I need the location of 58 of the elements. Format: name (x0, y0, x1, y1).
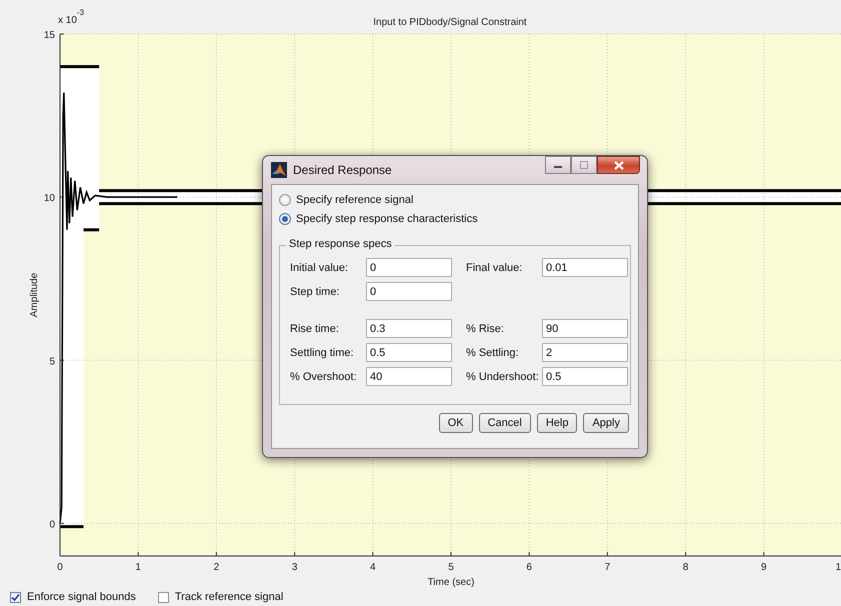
field-label: Rise time: (290, 322, 340, 334)
tick-label: 5 (448, 562, 454, 573)
dialog-button[interactable]: Apply (583, 413, 629, 433)
window-title: Desired Response (293, 163, 393, 177)
bound-line (60, 65, 100, 68)
input-field[interactable]: 0.5 (542, 367, 628, 386)
maximize-icon (579, 161, 589, 169)
field-label: % Rise: (466, 322, 505, 334)
tick-label: 10 (44, 193, 55, 204)
bound-line (84, 228, 100, 232)
tick-label: 0 (49, 519, 55, 530)
close-button[interactable] (597, 156, 640, 174)
input-field[interactable]: 0.5 (366, 343, 452, 362)
dialog-button[interactable]: Cancel (478, 413, 531, 433)
chart-title: Input to PIDbody/Signal Constraint (373, 17, 527, 28)
tick-label: 15 (44, 30, 55, 41)
radio-button[interactable] (279, 212, 291, 224)
minimize-button[interactable] (545, 156, 571, 174)
field-label: Final value: (466, 262, 524, 274)
input-field[interactable]: 0 (366, 282, 452, 301)
input-field[interactable]: 2 (542, 343, 628, 362)
input-field[interactable]: 0 (366, 258, 452, 277)
tick-label: 0 (57, 562, 63, 573)
dialog-button[interactable]: OK (438, 413, 473, 433)
axis-label: Time (sec) (428, 577, 474, 588)
input-field[interactable]: 0.01 (542, 258, 628, 277)
field-label: % Overshoot: (290, 370, 358, 382)
checkbox-label: Enforce signal bounds (27, 591, 136, 603)
radio-label: Specify reference signal (296, 194, 414, 206)
axis-label: Amplitude (29, 272, 40, 318)
app-logo-icon (271, 162, 287, 178)
tick-label: 6 (526, 562, 532, 573)
field-label: % Undershoot: (466, 370, 540, 382)
field-label: % Settling: (466, 346, 520, 358)
radio-label: Specify step response characteristics (296, 212, 478, 224)
tick-label: 9 (761, 562, 767, 573)
tick-label: 8 (682, 562, 688, 573)
bound-line (60, 525, 84, 528)
tick-label: 3 (292, 562, 298, 573)
tick-label: 5 (49, 356, 55, 368)
field-label: Step time: (290, 286, 341, 298)
checkbox[interactable] (158, 592, 169, 602)
field-label: Settling time: (290, 346, 355, 358)
tick-label: 7 (604, 562, 610, 573)
radio-button[interactable] (279, 194, 291, 206)
close-icon (614, 160, 624, 170)
tick-label: 1 (835, 562, 841, 573)
tick-label: 1 (135, 562, 141, 573)
dialog-button[interactable]: Help (536, 413, 578, 433)
field-label: Initial value: (290, 262, 350, 274)
checkbox-label: Track reference signal (174, 591, 284, 603)
tick-label: 4 (370, 562, 376, 573)
input-field[interactable]: 40 (366, 367, 452, 386)
checkbox[interactable] (10, 592, 21, 602)
input-field[interactable]: 0.3 (366, 319, 452, 338)
input-field[interactable]: 90 (542, 319, 628, 338)
tick-label: 2 (214, 562, 220, 573)
group-title: Step response specs (286, 238, 395, 250)
